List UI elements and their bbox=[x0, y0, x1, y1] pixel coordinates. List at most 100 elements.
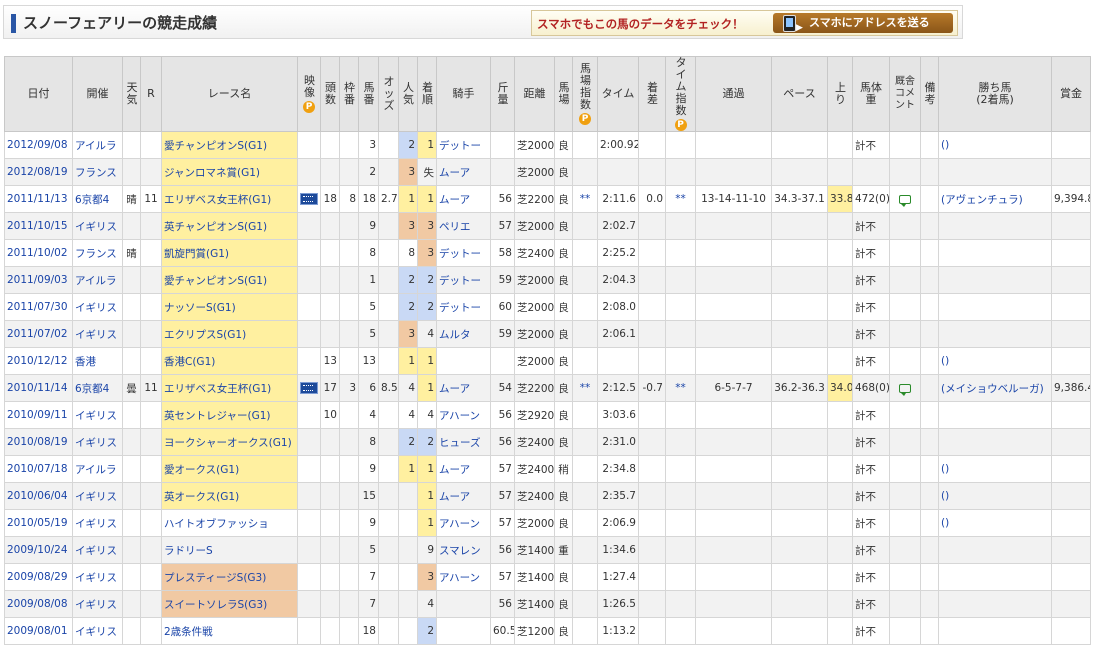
cell-venue[interactable]: イギリス bbox=[72, 590, 123, 618]
col-header-weather[interactable]: 天気 bbox=[122, 56, 141, 132]
cell-winner[interactable]: () bbox=[938, 509, 1052, 537]
col-header-jockey[interactable]: 騎手 bbox=[436, 56, 491, 132]
col-header-video[interactable]: 映像 P bbox=[297, 56, 321, 132]
cell-date[interactable]: 2011/10/15 bbox=[4, 212, 73, 240]
cell-race-name[interactable]: ジャンロマネ賞(G1) bbox=[161, 158, 298, 186]
cell-winner[interactable]: (アヴェンチュラ) bbox=[938, 185, 1052, 213]
video-icon[interactable] bbox=[300, 382, 318, 394]
cell-venue[interactable]: イギリス bbox=[72, 293, 123, 321]
cell-comment[interactable] bbox=[889, 185, 921, 213]
cell-jockey[interactable]: ムーア bbox=[436, 158, 491, 186]
cell-date[interactable]: 2010/08/19 bbox=[4, 428, 73, 456]
cell-venue[interactable]: イギリス bbox=[72, 617, 123, 645]
send-to-phone-button[interactable]: ▶ スマホにアドレスを送る bbox=[773, 13, 953, 33]
cell-date[interactable]: 2011/11/13 bbox=[4, 185, 73, 213]
cell-race-name[interactable]: 英チャンピオンS(G1) bbox=[161, 212, 298, 240]
video-icon[interactable] bbox=[300, 193, 318, 205]
comment-icon[interactable] bbox=[899, 383, 911, 396]
cell-race-name[interactable]: ラドリーS bbox=[161, 536, 298, 564]
cell-jockey[interactable]: ムルタ bbox=[436, 320, 491, 348]
cell-date[interactable]: 2009/10/24 bbox=[4, 536, 73, 564]
cell-venue[interactable]: イギリス bbox=[72, 536, 123, 564]
cell-venue[interactable]: イギリス bbox=[72, 482, 123, 510]
cell-venue[interactable]: 香港 bbox=[72, 347, 123, 375]
cell-jockey[interactable]: デットー bbox=[436, 131, 491, 159]
cell-date[interactable]: 2010/05/19 bbox=[4, 509, 73, 537]
cell-venue[interactable]: イギリス bbox=[72, 320, 123, 348]
cell-race-name[interactable]: ナッソーS(G1) bbox=[161, 293, 298, 321]
cell-race-name[interactable]: ハイトオブファッショ bbox=[161, 509, 298, 537]
cell-date[interactable]: 2010/12/12 bbox=[4, 347, 73, 375]
cell-date[interactable]: 2010/06/04 bbox=[4, 482, 73, 510]
cell-video[interactable] bbox=[297, 185, 321, 213]
cell-jockey[interactable]: デットー bbox=[436, 266, 491, 294]
cell-venue[interactable]: アイルラ bbox=[72, 131, 123, 159]
cell-jockey[interactable]: デットー bbox=[436, 293, 491, 321]
col-header-body-weight[interactable]: 馬体重 bbox=[852, 56, 890, 132]
cell-winner[interactable]: () bbox=[938, 455, 1052, 483]
col-header-margin[interactable]: 着差 bbox=[638, 56, 666, 132]
col-header-venue[interactable]: 開催 bbox=[72, 56, 123, 132]
cell-date[interactable]: 2010/09/11 bbox=[4, 401, 73, 429]
col-header-time[interactable]: タイム bbox=[597, 56, 639, 132]
cell-venue[interactable]: アイルラ bbox=[72, 455, 123, 483]
col-header-remarks[interactable]: 備考 bbox=[920, 56, 939, 132]
cell-comment[interactable] bbox=[889, 374, 921, 402]
cell-date[interactable]: 2011/07/30 bbox=[4, 293, 73, 321]
cell-winner[interactable]: () bbox=[938, 482, 1052, 510]
col-header-heads[interactable]: 頭数 bbox=[320, 56, 340, 132]
cell-race-name[interactable]: 凱旋門賞(G1) bbox=[161, 239, 298, 267]
cell-venue[interactable]: イギリス bbox=[72, 212, 123, 240]
cell-jockey[interactable]: ムーア bbox=[436, 185, 491, 213]
col-header-bracket[interactable]: 枠番 bbox=[339, 56, 359, 132]
cell-race-name[interactable]: エリザベス女王杯(G1) bbox=[161, 185, 298, 213]
col-header-track-index[interactable]: 馬場指数 P bbox=[572, 56, 598, 132]
cell-venue[interactable]: イギリス bbox=[72, 428, 123, 456]
cell-venue[interactable]: 6京都4 bbox=[72, 185, 123, 213]
cell-venue[interactable]: フランス bbox=[72, 158, 123, 186]
cell-jockey[interactable]: アハーン bbox=[436, 401, 491, 429]
col-header-last3f[interactable]: 上り bbox=[827, 56, 853, 132]
cell-race-name[interactable]: プレスティージS(G3) bbox=[161, 563, 298, 591]
cell-race-name[interactable]: 愛チャンピオンS(G1) bbox=[161, 266, 298, 294]
comment-icon[interactable] bbox=[899, 194, 911, 207]
cell-jockey[interactable]: アハーン bbox=[436, 509, 491, 537]
cell-winner[interactable]: (メイショウベルーガ) bbox=[938, 374, 1052, 402]
cell-jockey[interactable]: スマレン bbox=[436, 536, 491, 564]
col-header-passing[interactable]: 通過 bbox=[695, 56, 772, 132]
cell-date[interactable]: 2011/09/03 bbox=[4, 266, 73, 294]
col-header-date[interactable]: 日付 bbox=[4, 56, 73, 132]
col-header-popularity[interactable]: 人気 bbox=[398, 56, 418, 132]
col-header-finish[interactable]: 着順 bbox=[417, 56, 437, 132]
cell-venue[interactable]: 6京都4 bbox=[72, 374, 123, 402]
cell-venue[interactable]: アイルラ bbox=[72, 266, 123, 294]
cell-date[interactable]: 2012/09/08 bbox=[4, 131, 73, 159]
cell-venue[interactable]: イギリス bbox=[72, 563, 123, 591]
cell-winner[interactable]: () bbox=[938, 131, 1052, 159]
col-header-distance[interactable]: 距離 bbox=[514, 56, 555, 132]
col-header-winner[interactable]: 勝ち馬 (2着馬) bbox=[938, 56, 1052, 132]
cell-date[interactable]: 2009/08/29 bbox=[4, 563, 73, 591]
cell-jockey[interactable]: ペリエ bbox=[436, 212, 491, 240]
cell-date[interactable]: 2010/07/18 bbox=[4, 455, 73, 483]
col-header-track[interactable]: 馬場 bbox=[554, 56, 573, 132]
cell-date[interactable]: 2010/11/14 bbox=[4, 374, 73, 402]
cell-race-name[interactable]: 愛オークス(G1) bbox=[161, 455, 298, 483]
cell-jockey[interactable]: ムーア bbox=[436, 374, 491, 402]
col-header-race-name[interactable]: レース名 bbox=[161, 56, 298, 132]
cell-venue[interactable]: イギリス bbox=[72, 509, 123, 537]
cell-jockey[interactable]: ムーア bbox=[436, 482, 491, 510]
cell-venue[interactable]: フランス bbox=[72, 239, 123, 267]
cell-jockey[interactable]: ヒューズ bbox=[436, 428, 491, 456]
col-header-prize[interactable]: 賞金 bbox=[1051, 56, 1091, 132]
cell-date[interactable]: 2009/08/08 bbox=[4, 590, 73, 618]
col-header-time-index[interactable]: タイム指数 P bbox=[665, 56, 696, 132]
cell-race-name[interactable]: 英セントレジャー(G1) bbox=[161, 401, 298, 429]
cell-date[interactable]: 2009/08/01 bbox=[4, 617, 73, 645]
col-header-odds[interactable]: オッズ bbox=[378, 56, 399, 132]
cell-date[interactable]: 2011/10/02 bbox=[4, 239, 73, 267]
cell-jockey[interactable]: ムーア bbox=[436, 455, 491, 483]
cell-winner[interactable]: () bbox=[938, 347, 1052, 375]
col-header-stable-comment[interactable]: 厩舎コメント bbox=[889, 56, 921, 132]
cell-race-name[interactable]: ヨークシャーオークス(G1) bbox=[161, 428, 298, 456]
